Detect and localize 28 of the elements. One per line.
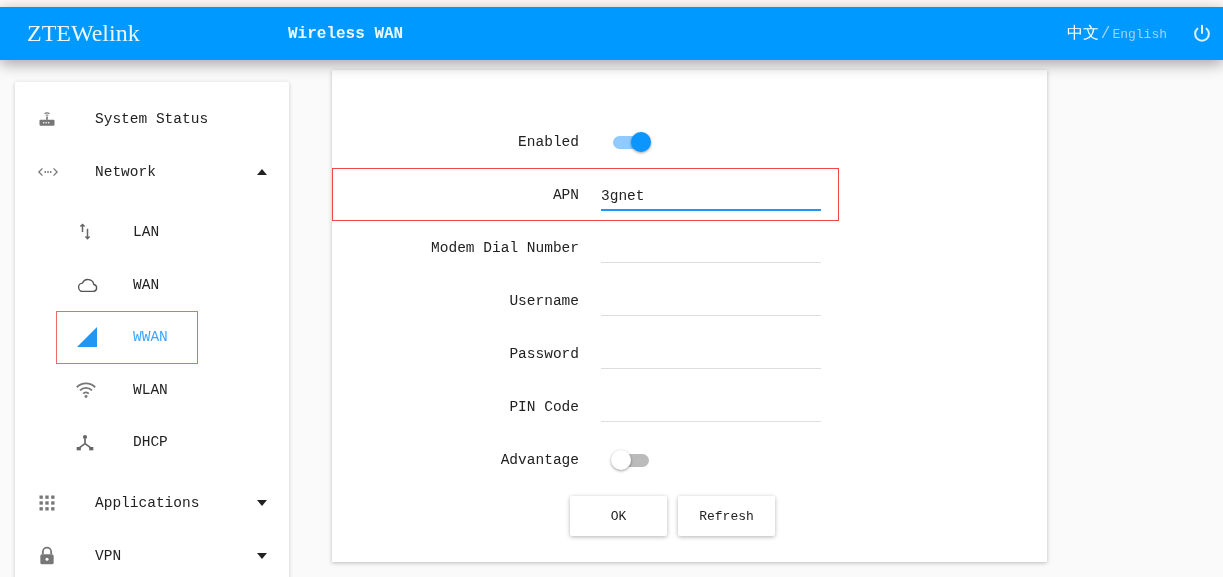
ok-button[interactable]: OK (570, 496, 667, 536)
grid-icon (37, 493, 57, 513)
input-field[interactable]: 3gnet (601, 182, 821, 211)
power-icon[interactable] (1191, 22, 1213, 45)
field-label: Password (508, 345, 579, 362)
hub-icon (75, 432, 95, 453)
field-label: Username (508, 292, 579, 309)
menu-item[interactable]: Applications (15, 476, 289, 530)
menu-item[interactable]: VPN (15, 529, 289, 577)
menu-item[interactable]: System Status (15, 92, 289, 145)
signal-icon (75, 325, 99, 350)
submenu-item[interactable]: WAN (56, 258, 198, 311)
field-label: APN (551, 186, 579, 203)
lock-icon (37, 546, 57, 566)
toggle-switch[interactable] (611, 131, 651, 152)
field-label: PIN Code (508, 398, 579, 415)
field-label: Advantage (499, 451, 579, 468)
page-title: Wireless WAN (288, 24, 404, 43)
separator: / (1100, 25, 1111, 43)
submenu-item[interactable]: LAN (56, 206, 198, 259)
refresh-button[interactable]: Refresh (678, 496, 775, 536)
toggle-switch[interactable] (611, 449, 651, 470)
submenu-item[interactable]: WLAN (56, 363, 198, 416)
field-label: Modem Dial Number (430, 239, 579, 256)
submenu-item[interactable]: DHCP (56, 416, 198, 469)
field-label: Enabled (517, 133, 579, 150)
menu-item[interactable]: Network (15, 145, 289, 198)
brand-logo: ZTEWelink (27, 20, 141, 47)
